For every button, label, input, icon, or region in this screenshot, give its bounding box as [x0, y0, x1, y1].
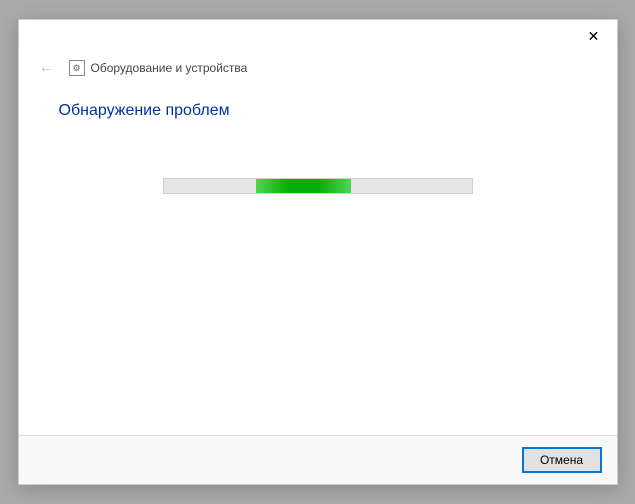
progress-container: [59, 178, 577, 194]
hardware-icon: ⚙: [69, 60, 85, 76]
page-heading: Обнаружение проблем: [59, 102, 577, 120]
breadcrumb-title: Оборудование и устройства: [91, 61, 248, 75]
titlebar: ✕: [19, 20, 617, 52]
breadcrumb: ← ⚙ Оборудование и устройства: [19, 52, 617, 88]
troubleshooter-window: ✕ ← ⚙ Оборудование и устройства Обнаруже…: [18, 19, 618, 485]
back-button[interactable]: ←: [37, 58, 57, 78]
close-button[interactable]: ✕: [571, 20, 617, 52]
close-icon: ✕: [588, 28, 600, 45]
back-arrow-icon: ←: [39, 59, 55, 77]
content-area: Обнаружение проблем: [19, 88, 617, 435]
cancel-button[interactable]: Отмена: [523, 448, 601, 472]
footer: Отмена: [19, 435, 617, 484]
progress-fill: [256, 179, 351, 193]
progress-bar: [163, 178, 473, 194]
breadcrumb-title-wrap: ⚙ Оборудование и устройства: [69, 60, 248, 76]
